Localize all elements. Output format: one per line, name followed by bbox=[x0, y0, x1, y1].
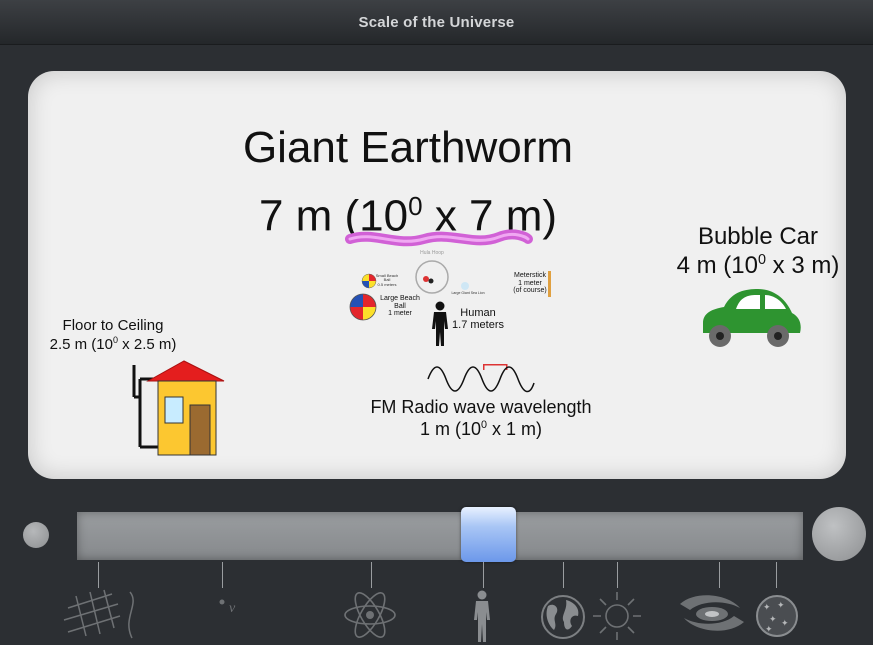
scale-tick bbox=[222, 562, 223, 588]
human-silhouette-figure[interactable] bbox=[430, 301, 450, 347]
sea-lion-label: Large Giant Sea Lion bbox=[451, 291, 485, 295]
small-beach-ball-label: Small Beach Ball 0.5 meters bbox=[375, 273, 399, 287]
atom-icon[interactable] bbox=[342, 590, 398, 640]
scale-tick bbox=[483, 562, 484, 588]
zoom-out-button[interactable] bbox=[23, 522, 49, 548]
hula-hoop-label: Hula Hoop bbox=[420, 250, 444, 256]
scale-slider-thumb[interactable] bbox=[461, 507, 516, 562]
zoom-in-button[interactable] bbox=[812, 507, 866, 561]
human-label: Human 1.7 meters bbox=[452, 307, 504, 332]
bubble-car-icon[interactable] bbox=[698, 285, 808, 355]
scale-tick bbox=[719, 562, 720, 588]
meterstick-icon[interactable] bbox=[548, 271, 552, 297]
svg-text:✦: ✦ bbox=[781, 619, 789, 629]
svg-text:✦: ✦ bbox=[763, 603, 771, 613]
universe-sphere-icon[interactable]: ✦ ✦ ✦ ✦ ✦ bbox=[755, 594, 799, 638]
title-bar: Scale of the Universe bbox=[0, 0, 873, 45]
strings-grid-icon[interactable] bbox=[60, 588, 150, 642]
floor-to-ceiling-label: Floor to Ceiling 2.5 m (100 x 2.5 m) bbox=[49, 317, 177, 353]
svg-text:v: v bbox=[229, 601, 236, 616]
human-silhouette-icon[interactable] bbox=[472, 590, 492, 642]
fm-radio-label: FM Radio wave wavelength 1 m (100 x 1 m) bbox=[370, 397, 592, 439]
hula-hoop-icon[interactable] bbox=[412, 257, 452, 297]
focused-object-name: Giant Earthworm bbox=[242, 123, 574, 172]
scale-slider-track[interactable] bbox=[77, 512, 803, 560]
scale-tick bbox=[617, 562, 618, 588]
house-icon[interactable] bbox=[126, 357, 236, 457]
large-beach-ball-icon[interactable] bbox=[348, 292, 378, 322]
svg-text:✦: ✦ bbox=[769, 615, 777, 625]
viewer-panel: Giant Earthworm 7 m (100 x 7 m) Bubble C… bbox=[28, 71, 846, 479]
svg-text:✦: ✦ bbox=[765, 625, 773, 635]
large-beach-ball-label: Large Beach Ball 1 meter bbox=[380, 295, 420, 318]
galaxy-icon[interactable] bbox=[676, 588, 748, 640]
scale-tick bbox=[776, 562, 777, 588]
scale-tick bbox=[371, 562, 372, 588]
radio-wave-icon[interactable] bbox=[426, 361, 536, 397]
neutrino-icon[interactable]: v bbox=[212, 594, 242, 624]
app-title: Scale of the Universe bbox=[358, 13, 515, 31]
svg-text:✦: ✦ bbox=[777, 601, 785, 611]
meterstick-label: Meterstick 1 meter (of course) bbox=[513, 272, 547, 295]
scale-tick bbox=[98, 562, 99, 588]
earth-icon[interactable] bbox=[540, 594, 586, 640]
scale-tick bbox=[563, 562, 564, 588]
sun-icon[interactable] bbox=[591, 590, 643, 642]
bubble-car-label: Bubble Car 4 m (100 x 3 m) bbox=[676, 223, 840, 279]
